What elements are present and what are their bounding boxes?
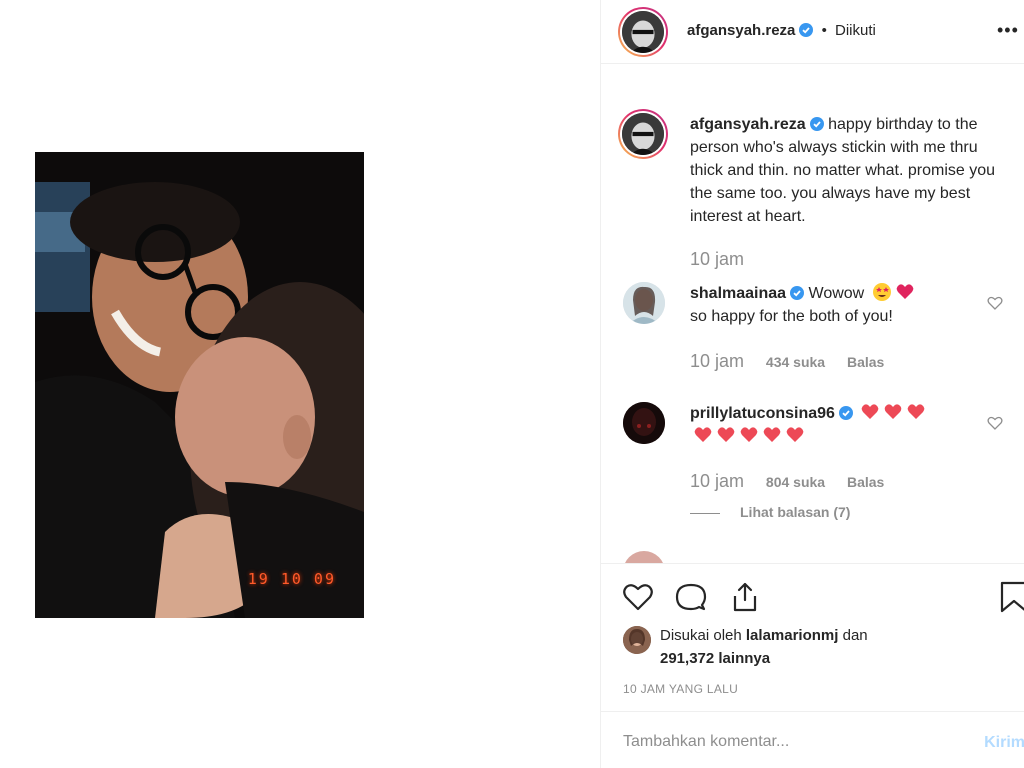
- star-struck-emoji-icon: [872, 283, 891, 301]
- post-side-panel: afgansyah.reza • Diikuti ••• afgansyah.r…: [600, 0, 1024, 768]
- comment-meta: 10 jam 434 suka Balas: [690, 351, 884, 372]
- caption-time[interactable]: 10 jam: [690, 249, 744, 269]
- comment-body: shalmaainaa Wowow so happy for the both …: [690, 282, 1006, 328]
- liked-by-avatar[interactable]: [623, 626, 651, 654]
- verified-badge-icon: [809, 117, 824, 131]
- heart-emoji-icon: [908, 404, 925, 419]
- comments-list[interactable]: afgansyah.reza happy birthday to the per…: [601, 65, 1024, 563]
- share-icon[interactable]: [728, 580, 762, 614]
- comment-item: prillylatuconsina96 10 jam 804 suka Bala…: [601, 402, 1024, 542]
- post-actions: Disukai oleh lalamarionmj dan 291,372 la…: [601, 563, 1024, 713]
- heart-emoji-icon: [740, 427, 758, 442]
- comment-likes[interactable]: 434 suka: [766, 354, 825, 370]
- comment-text-line2: so happy for the both of you!: [690, 308, 893, 325]
- view-replies-button[interactable]: Lihat balasan (7): [690, 504, 850, 520]
- more-horizontal-icon: •••: [997, 20, 1019, 40]
- comment-icon[interactable]: [674, 580, 708, 614]
- media-area: 19 10 09: [0, 0, 600, 768]
- reply-button[interactable]: Balas: [847, 474, 884, 490]
- caption-meta: 10 jam: [690, 249, 744, 270]
- heart-emoji-icon: [885, 404, 902, 419]
- verified-badge-icon: [790, 286, 805, 300]
- liked-by-and: dan: [842, 627, 868, 644]
- caption: afgansyah.reza happy birthday to the per…: [601, 109, 1024, 279]
- heart-icon[interactable]: [621, 580, 655, 614]
- heart-emoji-icon: [896, 284, 913, 299]
- post-comment-button[interactable]: Kirim: [984, 734, 1024, 752]
- heart-emoji-icon: [786, 427, 804, 442]
- post-photo[interactable]: 19 10 09: [35, 152, 364, 618]
- comment-input[interactable]: [623, 730, 963, 754]
- hearts-emoji-group: [690, 427, 805, 445]
- more-options-button[interactable]: •••: [997, 20, 1024, 44]
- post-photo-image: [35, 152, 364, 618]
- hearts-emoji-group: [857, 404, 926, 422]
- verified-badge-icon: [838, 406, 853, 420]
- comment-meta: 10 jam 804 suka Balas: [690, 471, 884, 492]
- comment-likes[interactable]: 804 suka: [766, 474, 825, 490]
- author-avatar[interactable]: [618, 7, 668, 57]
- commenter-avatar[interactable]: [623, 282, 665, 324]
- heart-emoji-icon: [862, 404, 879, 419]
- photo-date-stamp: 19 10 09: [247, 570, 336, 588]
- caption-username[interactable]: afgansyah.reza: [690, 116, 806, 133]
- view-replies-label: Lihat balasan (7): [740, 504, 851, 520]
- comment-item: shalmaainaa Wowow so happy for the both …: [601, 282, 1024, 392]
- likes-count[interactable]: 291,372 lainnya: [660, 650, 770, 667]
- liked-by-text: Disukai oleh lalamarionmj dan 291,372 la…: [660, 624, 1020, 670]
- commenter-username[interactable]: prillylatuconsina96: [690, 405, 835, 422]
- commenter-username[interactable]: shalmaainaa: [690, 285, 786, 302]
- separator-dot: •: [821, 22, 827, 39]
- heart-emoji-icon: [717, 427, 735, 442]
- next-commenter-avatar[interactable]: [623, 551, 665, 563]
- add-comment-bar: Kirim: [601, 711, 1024, 768]
- post-header: afgansyah.reza • Diikuti •••: [601, 0, 1024, 64]
- author-username[interactable]: afgansyah.reza: [687, 22, 795, 39]
- verified-badge-icon: [799, 23, 814, 37]
- liked-by-username[interactable]: lalamarionmj: [746, 627, 839, 644]
- caption-author-avatar[interactable]: [618, 109, 668, 159]
- like-comment-heart-icon[interactable]: [987, 295, 1003, 311]
- follow-status-button[interactable]: Diikuti: [835, 22, 876, 39]
- comment-time[interactable]: 10 jam: [690, 351, 744, 371]
- post-timestamp[interactable]: 10 JAM YANG LALU: [623, 682, 738, 696]
- comment-time[interactable]: 10 jam: [690, 471, 744, 491]
- liked-by-prefix: Disukai oleh: [660, 627, 742, 644]
- heart-emoji-icon: [694, 427, 712, 442]
- comment-text: Wowow: [808, 285, 865, 302]
- caption-body: afgansyah.reza happy birthday to the per…: [690, 113, 1006, 228]
- replies-divider: [690, 512, 720, 514]
- heart-emoji-icon: [763, 427, 781, 442]
- header-user-line: afgansyah.reza • Diikuti: [687, 22, 876, 39]
- like-comment-heart-icon[interactable]: [987, 415, 1003, 431]
- comment-body: prillylatuconsina96: [690, 402, 1006, 448]
- reply-button[interactable]: Balas: [847, 354, 884, 370]
- commenter-avatar[interactable]: [623, 402, 665, 444]
- bookmark-icon[interactable]: [997, 580, 1024, 614]
